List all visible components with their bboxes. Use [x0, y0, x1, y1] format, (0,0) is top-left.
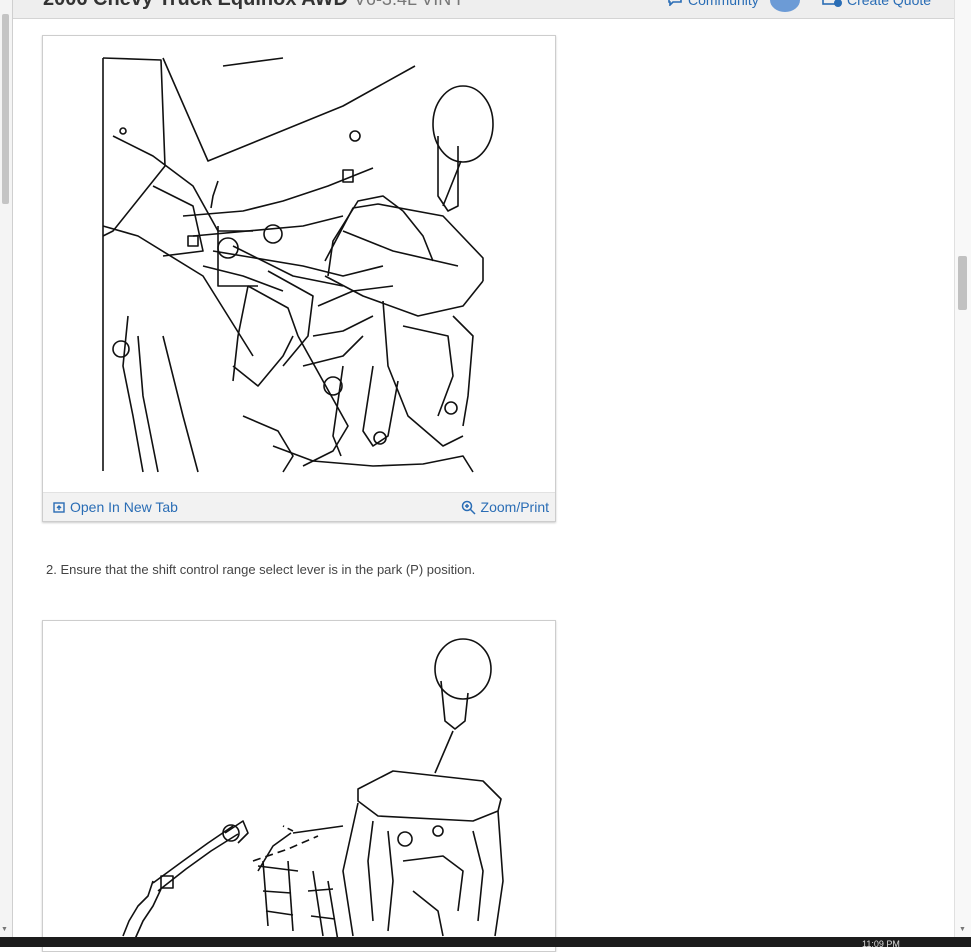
left-scrollbar[interactable]: ▼ — [0, 0, 13, 937]
zoom-icon — [461, 500, 476, 515]
figure-card-shift-cable — [42, 620, 556, 952]
open-in-new-tab-link[interactable]: Open In New Tab — [53, 499, 178, 515]
shift-cable-diagram — [122, 638, 504, 942]
community-link[interactable]: Community — [668, 0, 759, 8]
create-quote-icon — [822, 0, 842, 7]
create-quote-link[interactable]: Create Quote — [821, 0, 931, 8]
engine-spec: V6-3.4L VIN F — [354, 0, 467, 9]
page-header: 2006 Chevy Truck Equinox AWD V6-3.4L VIN … — [13, 0, 954, 19]
left-scrollbar-thumb[interactable] — [2, 14, 9, 204]
create-quote-label: Create Quote — [847, 0, 932, 8]
community-label: Community — [688, 0, 759, 8]
figure-card-shifter-assembly: Open In New Tab Zoom/Print — [42, 35, 556, 522]
vehicle-title: 2006 Chevy Truck Equinox AWD — [43, 0, 348, 10]
page-title: 2006 Chevy Truck Equinox AWD V6-3.4L VIN … — [43, 0, 467, 11]
user-avatar[interactable] — [770, 0, 800, 12]
right-scroll-down-arrow[interactable]: ▼ — [959, 926, 966, 933]
os-taskbar — [0, 937, 971, 947]
right-scrollbar[interactable]: ▼ — [954, 0, 971, 937]
community-icon — [668, 0, 682, 6]
zoom-print-label: Zoom/Print — [480, 499, 549, 515]
shifter-assembly-diagram — [102, 57, 494, 473]
left-scroll-down-arrow[interactable]: ▼ — [1, 926, 8, 933]
zoom-print-link[interactable]: Zoom/Print — [461, 499, 549, 515]
open-in-new-tab-label: Open In New Tab — [70, 499, 178, 515]
open-new-tab-icon — [53, 501, 65, 513]
figure-card-footer: Open In New Tab Zoom/Print — [43, 492, 555, 521]
right-scrollbar-thumb[interactable] — [958, 256, 967, 310]
step-2-text: 2. Ensure that the shift control range s… — [46, 562, 476, 577]
taskbar-clock: 11:09 PM — [862, 939, 900, 949]
